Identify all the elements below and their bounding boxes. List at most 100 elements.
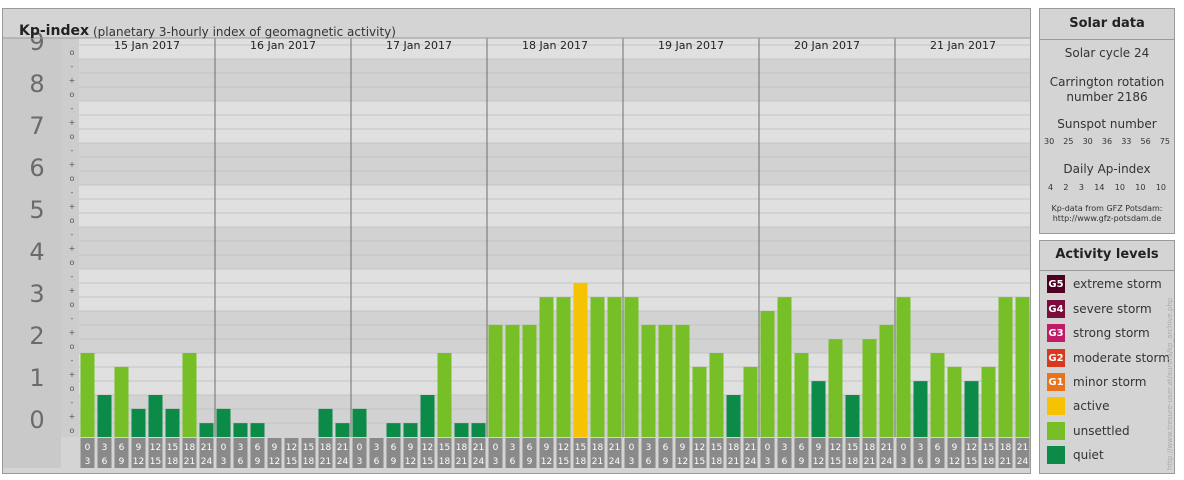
slot-start-label: 21 (745, 443, 756, 453)
slot-start-label: 21 (1017, 443, 1028, 453)
slot-start-label: 9 (680, 443, 686, 453)
slot-start-label: 12 (966, 443, 977, 453)
slot-end-label: 18 (711, 457, 723, 467)
slot-start-label: 6 (799, 443, 805, 453)
ap-value: 10 (1114, 183, 1125, 192)
minor-tick: o (70, 132, 75, 141)
slot-end-label: 18 (983, 457, 995, 467)
kp-band (79, 59, 1030, 101)
activity-levels-panel: Activity levels G5 extreme storm G4 seve… (1039, 240, 1175, 474)
slot-end-label: 3 (221, 457, 227, 467)
slot-start-label: 15 (303, 443, 314, 453)
slot-start-label: 12 (286, 443, 297, 453)
slot-end-label: 18 (575, 457, 587, 467)
slot-end-label: 12 (541, 457, 552, 467)
slot-start-label: 3 (646, 443, 652, 453)
slot-start-label: 0 (629, 443, 635, 453)
slot-start-label: 18 (1000, 443, 1012, 453)
slot-end-label: 15 (422, 457, 433, 467)
slot-end-label: 6 (510, 457, 516, 467)
credit-link[interactable]: http://www.tresure-user.at/aurora/kp_arc… (1166, 298, 1174, 470)
kp-bar (794, 353, 809, 437)
minor-tick: - (71, 314, 74, 323)
unsettled-swatch (1047, 422, 1065, 440)
kp-bar (811, 381, 826, 437)
kp-bar (692, 366, 707, 437)
minor-tick: - (71, 188, 74, 197)
minor-tick: + (69, 412, 76, 421)
slot-end-label: 6 (646, 457, 652, 467)
level-active: active (1047, 396, 1109, 416)
kp-bar (403, 423, 418, 437)
slot-end-label: 3 (901, 457, 907, 467)
slot-end-label: 12 (405, 457, 416, 467)
kp-bar (930, 353, 945, 437)
slot-end-label: 12 (813, 457, 824, 467)
ap-value: 4 (1048, 183, 1054, 192)
slot-end-label: 15 (150, 457, 161, 467)
slot-start-label: 12 (558, 443, 569, 453)
kp-bar (726, 395, 741, 437)
minor-tick: - (71, 62, 74, 71)
sunspot-value: 33 (1121, 137, 1132, 146)
kp-band (79, 101, 1030, 143)
chart-title: Kp-index (19, 23, 89, 39)
slot-end-label: 12 (269, 457, 280, 467)
data-source-link[interactable]: http://www.gfz-potsdam.de (1040, 214, 1174, 223)
minor-tick: - (71, 398, 74, 407)
day-label: 19 Jan 2017 (658, 39, 724, 52)
level-g2: G2 moderate storm (1047, 348, 1170, 368)
slot-start-label: 9 (816, 443, 822, 453)
kp-bar (539, 297, 554, 437)
kp-bar (777, 297, 792, 437)
slot-start-label: 6 (391, 443, 397, 453)
minor-tick: - (71, 272, 74, 281)
kp-bar (607, 297, 622, 437)
y-tick-label: 1 (29, 364, 44, 392)
minor-tick: o (70, 258, 75, 267)
slot-end-label: 21 (184, 457, 195, 467)
kp-bar (80, 353, 95, 437)
kp-bar (828, 339, 843, 437)
minor-tick: + (69, 244, 76, 253)
slot-start-label: 9 (136, 443, 142, 453)
slot-start-label: 12 (150, 443, 161, 453)
kp-bar (250, 423, 265, 437)
day-label: 21 Jan 2017 (930, 39, 996, 52)
slot-start-label: 3 (102, 443, 108, 453)
kp-bar (165, 408, 180, 437)
y-tick-label: 3 (29, 280, 44, 308)
y-tick-label: 6 (29, 154, 44, 182)
slot-end-label: 21 (592, 457, 603, 467)
g1-badge: G1 (1047, 373, 1065, 391)
solar-data-panel: Solar data Solar cycle 24 Carrington rot… (1039, 8, 1175, 234)
kp-bar (709, 353, 724, 437)
slot-end-label: 18 (439, 457, 451, 467)
slot-start-label: 3 (918, 443, 924, 453)
kp-bar (862, 339, 877, 437)
kp-bar (658, 324, 673, 437)
ap-value: 10 (1155, 183, 1166, 192)
kp-bar (437, 353, 452, 437)
sunspot-label: Sunspot number (1057, 117, 1157, 131)
slot-end-label: 6 (238, 457, 244, 467)
quiet-swatch (1047, 446, 1065, 464)
day-label: 17 Jan 2017 (386, 39, 452, 52)
slot-end-label: 15 (966, 457, 977, 467)
kp-bar (522, 324, 537, 437)
slot-end-label: 9 (935, 457, 941, 467)
kp-bar (947, 366, 962, 437)
kp-bar (1015, 297, 1030, 437)
kp-bar (318, 408, 333, 437)
carrington-line2: number 2186 (1066, 90, 1148, 104)
ap-value: 2 (1063, 183, 1069, 192)
level-label: moderate storm (1073, 351, 1170, 365)
kp-band (79, 269, 1030, 311)
g3-badge: G3 (1047, 324, 1065, 342)
slot-end-label: 3 (629, 457, 635, 467)
y-tick-label: 4 (29, 238, 44, 266)
kp-bar (760, 311, 775, 437)
slot-start-label: 15 (575, 443, 586, 453)
slot-end-label: 24 (473, 457, 485, 467)
level-label: active (1073, 399, 1110, 413)
